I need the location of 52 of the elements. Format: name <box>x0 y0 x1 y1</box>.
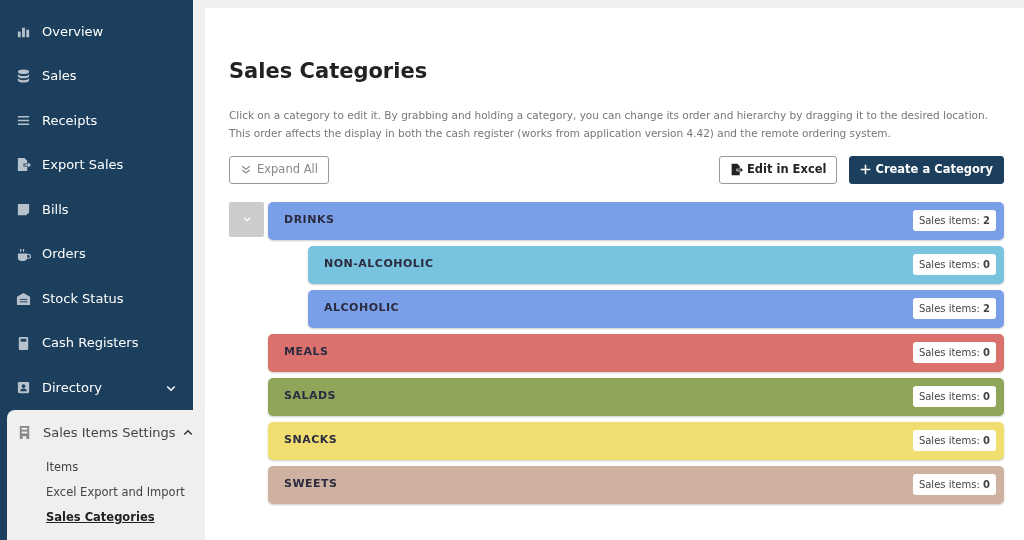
category-name: SALADS <box>284 388 336 405</box>
chevron-icon <box>241 214 252 224</box>
category-name: ALCOHOLIC <box>324 300 400 317</box>
sales-items-count: Sales items: 0 <box>912 386 996 407</box>
sidebar-item[interactable]: Receipts <box>0 98 193 143</box>
file-export-icon <box>16 157 31 173</box>
expand-all-button[interactable]: Expand All <box>229 155 329 184</box>
sidebar-item[interactable]: Stock Status <box>0 276 193 321</box>
sidebar-item[interactable]: Sales <box>0 53 193 99</box>
category-name: MEALS <box>284 344 329 361</box>
building-icon <box>17 425 32 441</box>
category-row[interactable]: SNACKS Sales items: 0 <box>268 421 1004 460</box>
double-chevron-icon <box>240 163 252 176</box>
sales-items-count: Sales items: 2 <box>912 298 996 319</box>
coins-icon <box>16 68 31 84</box>
plus-icon <box>860 164 872 175</box>
warehouse-icon <box>16 291 31 307</box>
cup-icon <box>16 246 31 262</box>
file-export-icon <box>729 163 743 176</box>
sales-items-count: Sales items: 0 <box>912 474 996 495</box>
sales-items-count: Sales items: 0 <box>912 342 996 363</box>
category-name: SWEETS <box>284 476 338 493</box>
sidebar-item[interactable]: Orders <box>0 231 193 277</box>
category-name: NON-ALCOHOLIC <box>324 256 434 273</box>
collapse-toggle[interactable] <box>229 201 264 237</box>
create-category-button[interactable]: Create a Category <box>849 155 1004 184</box>
sidebar-item[interactable]: Directory <box>0 365 193 411</box>
category-row[interactable]: DRINKS Sales items: 2 <box>268 201 1004 240</box>
category-row[interactable]: SWEETS Sales items: 0 <box>268 465 1004 504</box>
note-icon <box>16 202 31 218</box>
category-row[interactable]: SALADS Sales items: 0 <box>268 377 1004 416</box>
category-row[interactable]: MEALS Sales items: 0 <box>268 333 1004 372</box>
submenu-item[interactable]: Excel Export and Import <box>46 480 185 506</box>
sales-items-count: Sales items: 2 <box>912 210 996 231</box>
contact-card-icon <box>16 380 31 396</box>
submenu-item[interactable]: Sales Categories <box>46 505 155 531</box>
page-title: Sales Categories <box>229 58 429 85</box>
category-row[interactable]: NON-ALCOHOLIC Sales items: 0 <box>308 245 1004 284</box>
sales-items-count: Sales items: 0 <box>912 430 996 451</box>
sidebar-item[interactable]: Export Sales <box>0 142 193 188</box>
edit-in-excel-button[interactable]: Edit in Excel <box>718 155 838 184</box>
sales-items-count: Sales items: 0 <box>912 254 996 275</box>
sidebar-item[interactable]: Overview <box>0 9 193 54</box>
sidebar-item[interactable]: Sales Items Settings <box>7 410 204 456</box>
category-row[interactable]: ALCOHOLIC Sales items: 2 <box>308 289 1004 328</box>
category-name: DRINKS <box>284 212 335 229</box>
submenu-item[interactable]: Items <box>46 455 79 481</box>
sidebar-item[interactable]: Bills <box>0 187 193 232</box>
category-name: SNACKS <box>284 432 338 449</box>
description-text: Click on a category to edit it. By grabbing and holding a category, you can change its order and hierarchy by dragging it to the desired location. This order affects the display in both the cash register (works from application version 4.42) and the remote ordering system. <box>229 107 989 141</box>
calculator-icon <box>16 335 31 351</box>
sidebar-item[interactable]: Cash Registers <box>0 320 193 366</box>
